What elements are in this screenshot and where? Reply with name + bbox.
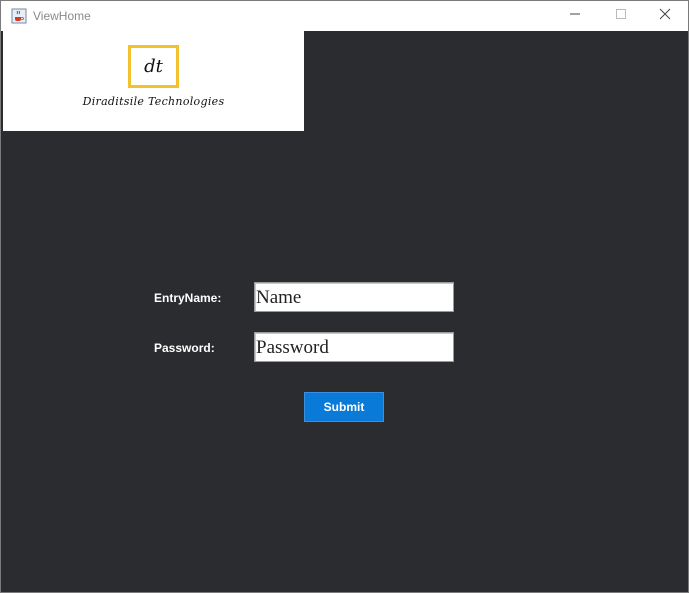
- minimize-icon: [569, 7, 581, 25]
- logo-panel: dt Diraditsile Technologies: [3, 31, 304, 131]
- window-title: ViewHome: [33, 9, 91, 23]
- password-label: Password:: [154, 341, 215, 355]
- java-cup-icon: [11, 8, 27, 24]
- app-window: ViewHome dt Diraditsile Technologies Ent…: [0, 0, 689, 593]
- title-bar[interactable]: ViewHome: [1, 1, 688, 31]
- content-panel: dt Diraditsile Technologies EntryName: P…: [1, 31, 688, 592]
- minimize-button[interactable]: [552, 1, 598, 31]
- maximize-button[interactable]: [598, 1, 644, 31]
- close-icon: [659, 7, 671, 25]
- entry-name-label: EntryName:: [154, 291, 222, 305]
- logo-mark: dt: [144, 56, 163, 77]
- password-field[interactable]: [254, 332, 454, 362]
- submit-button[interactable]: Submit: [304, 392, 384, 422]
- close-button[interactable]: [642, 1, 688, 31]
- maximize-icon: [615, 7, 627, 25]
- logo-mark-box: dt: [128, 45, 179, 88]
- entry-name-field[interactable]: [254, 282, 454, 312]
- company-name: Diraditsile Technologies: [82, 95, 225, 108]
